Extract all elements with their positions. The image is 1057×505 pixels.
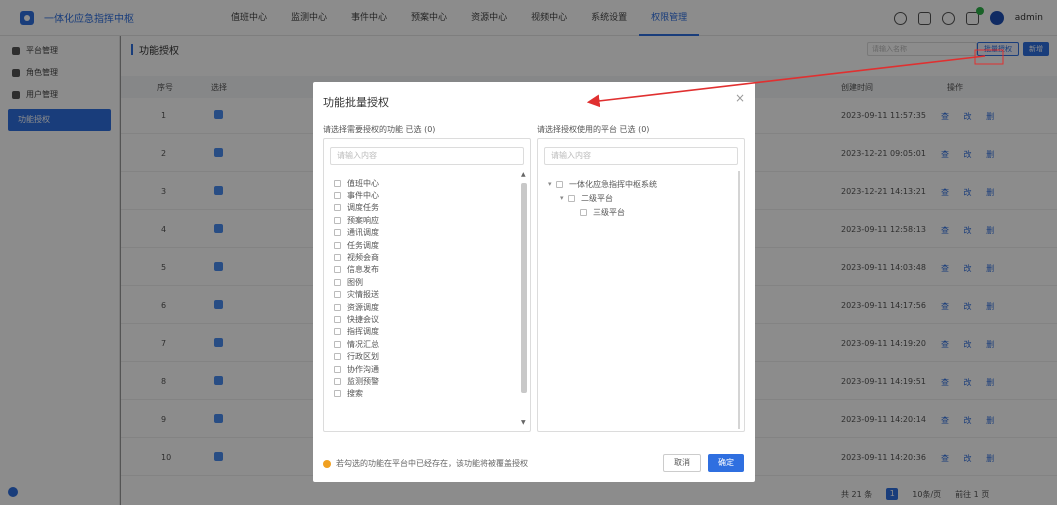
function-list-item[interactable]: 图例	[334, 276, 519, 288]
scroll-up-icon[interactable]: ▲	[521, 171, 526, 178]
tree-node-label: 二级平台	[581, 193, 613, 203]
function-list-item[interactable]: 情况汇总	[334, 338, 519, 350]
function-label: 图例	[347, 277, 363, 287]
checkbox[interactable]	[334, 390, 341, 398]
function-list-item[interactable]: 协作沟通	[334, 363, 519, 375]
cancel-button[interactable]: 取消	[663, 454, 701, 472]
confirm-button[interactable]: 确定	[708, 454, 744, 472]
function-list-item[interactable]: 调度任务	[334, 202, 519, 214]
function-list-item[interactable]: 监测预警	[334, 375, 519, 387]
function-list-item[interactable]: 值班中心	[334, 177, 519, 189]
function-panel-label: 请选择需要授权的功能 已选 (0)	[323, 125, 436, 134]
function-label: 情况汇总	[347, 339, 379, 349]
tree-node-label: 三级平台	[593, 207, 625, 217]
function-label: 视频会商	[347, 253, 379, 263]
checkbox[interactable]	[334, 192, 341, 200]
function-list-item[interactable]: 任务调度	[334, 239, 519, 251]
function-list-item[interactable]: 指挥调度	[334, 326, 519, 338]
checkbox[interactable]	[334, 291, 341, 299]
function-label: 事件中心	[347, 191, 379, 201]
checkbox[interactable]	[334, 266, 341, 274]
checkbox[interactable]	[334, 179, 341, 187]
function-label: 监测预警	[347, 376, 379, 386]
function-list-item[interactable]: 事件中心	[334, 189, 519, 201]
platform-panel: 请选择授权使用的平台 已选 (0) 请输入内容 ▾ 一体化应急指挥中枢系统 ▾ …	[537, 124, 745, 432]
platform-panel-label: 请选择授权使用的平台 已选 (0)	[537, 125, 650, 134]
function-scrollbar[interactable]: ▲ ▼	[520, 171, 528, 429]
footer-note-text: 若勾选的功能在平台中已经存在，该功能将被覆盖授权	[336, 459, 528, 468]
caret-down-icon[interactable]: ▾	[548, 180, 556, 188]
function-label: 资源调度	[347, 302, 379, 312]
checkbox[interactable]	[334, 365, 341, 373]
tree-node-level2[interactable]: ▾ 二级平台	[548, 191, 657, 205]
function-label: 调度任务	[347, 203, 379, 213]
checkbox[interactable]	[334, 328, 341, 336]
function-label: 预案响应	[347, 215, 379, 225]
function-search-input[interactable]: 请输入内容	[330, 147, 524, 165]
checkbox[interactable]	[580, 208, 587, 216]
close-icon[interactable]: ×	[735, 91, 745, 105]
checkbox[interactable]	[334, 278, 341, 286]
checkbox[interactable]	[334, 241, 341, 249]
checkbox[interactable]	[334, 254, 341, 262]
function-label: 信息发布	[347, 265, 379, 275]
batch-auth-dialog: 功能批量授权 × 请选择需要授权的功能 已选 (0) 请输入内容 值班中心事件中…	[313, 82, 755, 482]
function-label: 行政区划	[347, 352, 379, 362]
function-list-item[interactable]: 预案响应	[334, 214, 519, 226]
function-list: 值班中心事件中心调度任务预案响应通讯调度任务调度视频会商信息发布图例灾情报送资源…	[334, 177, 519, 400]
function-list-item[interactable]: 灾情报送	[334, 289, 519, 301]
function-label: 指挥调度	[347, 327, 379, 337]
function-label: 搜索	[347, 389, 363, 399]
checkbox[interactable]	[334, 204, 341, 212]
function-label: 通讯调度	[347, 228, 379, 238]
checkbox[interactable]	[334, 303, 341, 311]
function-list-item[interactable]: 信息发布	[334, 264, 519, 276]
function-label: 值班中心	[347, 178, 379, 188]
function-list-item[interactable]: 搜索	[334, 388, 519, 400]
caret-down-icon[interactable]: ▾	[560, 194, 568, 202]
function-label: 任务调度	[347, 240, 379, 250]
checkbox[interactable]	[556, 180, 563, 188]
scroll-down-icon[interactable]: ▼	[521, 419, 526, 426]
info-icon	[323, 459, 331, 468]
tree-node-level3[interactable]: 三级平台	[548, 205, 657, 219]
checkbox[interactable]	[334, 353, 341, 361]
function-list-item[interactable]: 快捷会议	[334, 313, 519, 325]
dialog-footer-note: 若勾选的功能在平台中已经存在，该功能将被覆盖授权	[323, 458, 528, 469]
function-list-item[interactable]: 视频会商	[334, 251, 519, 263]
checkbox[interactable]	[334, 377, 341, 385]
checkbox[interactable]	[568, 194, 575, 202]
checkbox[interactable]	[334, 340, 341, 348]
platform-tree: ▾ 一体化应急指挥中枢系统 ▾ 二级平台 三级平台	[548, 177, 657, 219]
tree-node-label: 一体化应急指挥中枢系统	[569, 179, 657, 189]
scroll-thumb[interactable]	[521, 183, 527, 393]
checkbox[interactable]	[334, 229, 341, 237]
checkbox[interactable]	[334, 315, 341, 323]
function-list-item[interactable]: 行政区划	[334, 350, 519, 362]
tree-node-root[interactable]: ▾ 一体化应急指挥中枢系统	[548, 177, 657, 191]
function-list-item[interactable]: 通讯调度	[334, 227, 519, 239]
platform-tree-box: 请输入内容 ▾ 一体化应急指挥中枢系统 ▾ 二级平台 三级平台	[537, 138, 745, 432]
checkbox[interactable]	[334, 216, 341, 224]
dialog-title: 功能批量授权	[323, 96, 389, 109]
function-label: 快捷会议	[347, 314, 379, 324]
function-label: 协作沟通	[347, 364, 379, 374]
platform-scrollbar[interactable]	[738, 171, 740, 429]
function-label: 灾情报送	[347, 290, 379, 300]
function-list-item[interactable]: 资源调度	[334, 301, 519, 313]
function-list-box: 请输入内容 值班中心事件中心调度任务预案响应通讯调度任务调度视频会商信息发布图例…	[323, 138, 531, 432]
function-panel: 请选择需要授权的功能 已选 (0) 请输入内容 值班中心事件中心调度任务预案响应…	[323, 124, 531, 432]
platform-search-input[interactable]: 请输入内容	[544, 147, 738, 165]
